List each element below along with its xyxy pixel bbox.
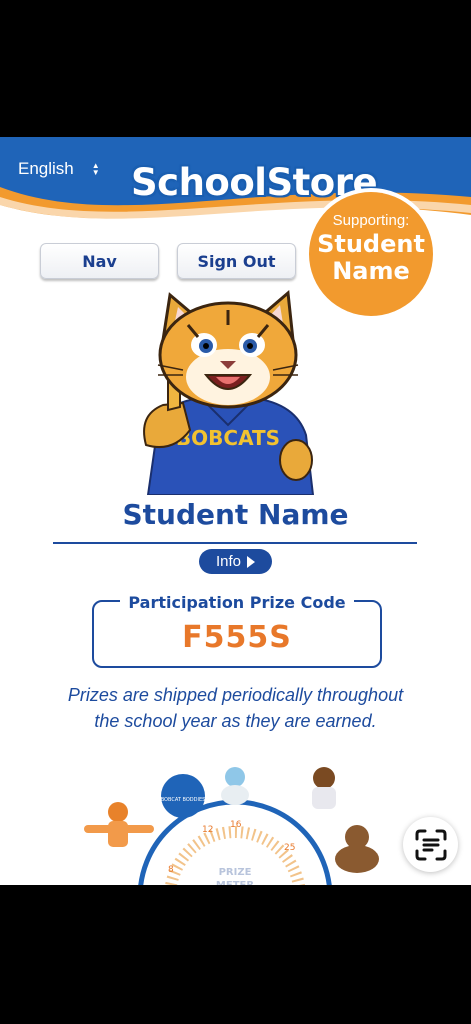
bear-mascot-prize <box>312 767 336 809</box>
student-name-heading: Student Name <box>122 498 349 531</box>
tick-label: 8 <box>168 865 174 875</box>
tick-label: 12 <box>202 825 213 835</box>
tiger-plush-prize <box>84 802 154 847</box>
tick-label: 16 <box>230 820 242 830</box>
bird-plush-prize <box>221 767 249 805</box>
prize-code-label: Participation Prize Code <box>120 593 354 612</box>
scan-text-icon <box>415 829 446 860</box>
monkey-plush-prize <box>335 825 379 873</box>
prize-code-box: Participation Prize Code F555S <box>92 593 382 668</box>
info-button[interactable]: Info <box>199 549 272 574</box>
hoodie-text: BOBCATS <box>176 426 280 450</box>
supporting-name: Student Name <box>317 230 425 285</box>
divider <box>53 542 417 544</box>
ball-prize: BOBCAT BODDIES <box>161 774 206 818</box>
shipping-message: Prizes are shipped periodically througho… <box>67 685 404 731</box>
supporting-label: Supporting: <box>332 212 410 229</box>
brand-logo: SchoolStore <box>131 161 378 204</box>
language-label: English <box>18 159 74 178</box>
select-arrows-icon: ▲ ▼ <box>91 161 100 177</box>
prize-meter: 8 12 16 25 PRIZE METER BOBCAT BODDIES <box>84 767 379 885</box>
play-arrow-icon <box>247 555 256 568</box>
nav-button[interactable]: Nav <box>40 243 159 279</box>
info-label: Info <box>215 553 242 570</box>
ball-text: BOBCAT BODDIES <box>161 797 206 803</box>
language-selector[interactable]: English ▲ ▼ <box>18 159 100 179</box>
bobcat-mascot: BOBCATS <box>143 290 315 495</box>
prize-code-value: F555S <box>182 620 292 655</box>
scan-text-button[interactable] <box>403 817 458 872</box>
prize-meter-label: METER <box>216 880 254 885</box>
sign-out-button[interactable]: Sign Out <box>177 243 296 279</box>
prize-meter-label: PRIZE <box>219 867 252 878</box>
tick-label: 25 <box>284 843 295 853</box>
app-screen: English ▲ ▼ SchoolStore Supporting: Stude… <box>0 137 471 885</box>
